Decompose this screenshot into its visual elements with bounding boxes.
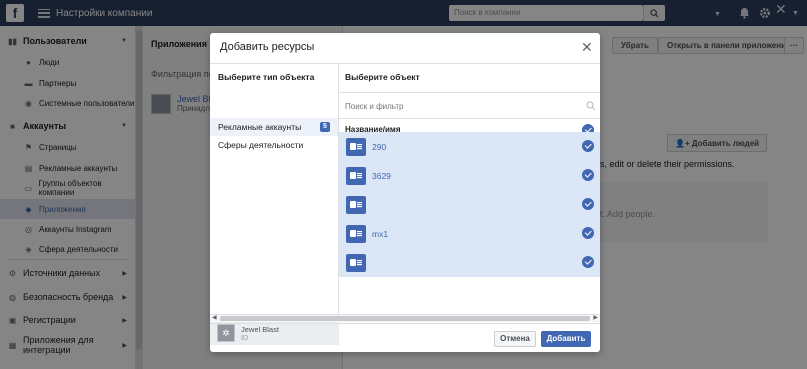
search-icon [586, 101, 596, 111]
object-name: 3629 [372, 170, 391, 181]
object-row[interactable] [339, 248, 600, 277]
add-resources-dialog: Добавить ресурсы ✕ Выберите тип объекта … [210, 33, 600, 352]
object-filter-input[interactable] [345, 98, 599, 114]
type-item-ad-accounts[interactable]: Рекламные аккаунты 5 [210, 118, 338, 136]
object-name: mx1 [372, 228, 389, 239]
scrollbar-thumb[interactable] [220, 316, 590, 321]
close-icon[interactable]: ✕ [581, 39, 593, 56]
scroll-right-icon[interactable]: ▶ [593, 315, 598, 322]
object-checkbox[interactable] [582, 256, 594, 268]
object-type-header: Выберите тип объекта [218, 72, 315, 82]
count-badge: 5 [320, 122, 330, 132]
object-checkbox[interactable] [582, 140, 594, 152]
filter-divider [339, 118, 600, 119]
cancel-button[interactable]: Отмена [494, 331, 536, 347]
footer-divider [210, 323, 600, 324]
app-card: ✲ Jewel Blast ID [210, 321, 339, 345]
pane-divider [339, 92, 600, 93]
ad-account-icon [346, 224, 366, 243]
object-row[interactable]: 3629 [339, 161, 600, 190]
dialog-title: Добавить ресурсы [220, 41, 315, 53]
ad-account-icon [346, 137, 366, 156]
horizontal-scrollbar[interactable]: ◀ ▶ [210, 314, 600, 322]
object-row[interactable]: mx1 [339, 219, 600, 248]
ad-account-icon [346, 166, 366, 185]
add-button[interactable]: Добавить [541, 331, 591, 347]
type-label: Рекламные аккаунты [218, 122, 302, 132]
type-item-business-spheres[interactable]: Сферы деятельности [210, 136, 338, 154]
type-label: Сферы деятельности [218, 140, 304, 150]
object-row[interactable] [339, 190, 600, 219]
gear-icon: ✲ [217, 324, 235, 342]
object-checkbox[interactable] [582, 169, 594, 181]
object-checkbox[interactable] [582, 227, 594, 239]
object-row[interactable]: 290 [339, 132, 600, 161]
app-card-name: Jewel Blast [241, 324, 279, 334]
object-name: 290 [372, 141, 387, 152]
object-type-pane: Выберите тип объекта Рекламные аккаунты … [210, 64, 339, 345]
object-select-header: Выберите объект [345, 72, 420, 82]
scroll-left-icon[interactable]: ◀ [212, 315, 217, 322]
ad-account-icon [346, 195, 366, 214]
object-checkbox[interactable] [582, 198, 594, 210]
ad-account-icon [346, 253, 366, 272]
app-card-id: ID [241, 334, 248, 342]
